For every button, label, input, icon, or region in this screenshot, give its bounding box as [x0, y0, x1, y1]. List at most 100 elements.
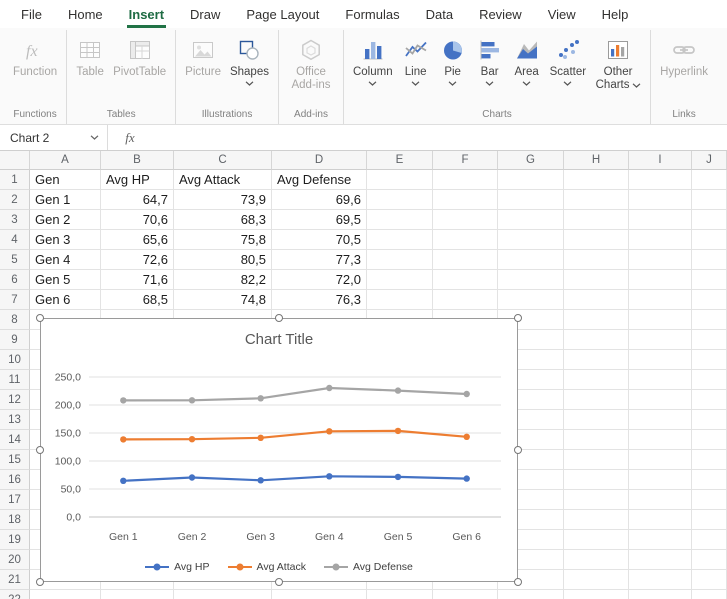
cell-A2[interactable]: Gen 1 [30, 190, 101, 210]
cell-D3[interactable]: 69,5 [272, 210, 367, 230]
cell-J14[interactable] [692, 430, 727, 450]
row-header-6[interactable]: 6 [0, 270, 30, 290]
cell-J9[interactable] [692, 330, 727, 350]
cell-A22[interactable] [30, 590, 101, 599]
cell-B7[interactable]: 68,5 [101, 290, 174, 310]
ribbon-button-other-charts[interactable]: Other Charts [591, 30, 645, 92]
row-header-21[interactable]: 21 [0, 570, 30, 590]
cell-E2[interactable] [367, 190, 433, 210]
ribbon-button-area[interactable]: Area [509, 30, 545, 86]
cell-D2[interactable]: 69,6 [272, 190, 367, 210]
cell-E5[interactable] [367, 250, 433, 270]
tab-review[interactable]: Review [466, 0, 535, 28]
cell-D7[interactable]: 76,3 [272, 290, 367, 310]
cell-J13[interactable] [692, 410, 727, 430]
cell-D1[interactable]: Avg Defense [272, 170, 367, 190]
tab-home[interactable]: Home [55, 0, 116, 28]
tab-insert[interactable]: Insert [116, 0, 177, 28]
cell-I20[interactable] [629, 550, 692, 570]
row-header-4[interactable]: 4 [0, 230, 30, 250]
chart-resize-handle-nw[interactable] [36, 314, 44, 322]
cell-H20[interactable] [564, 550, 629, 570]
cell-I22[interactable] [629, 590, 692, 599]
cell-F4[interactable] [433, 230, 498, 250]
cell-J17[interactable] [692, 490, 727, 510]
col-header-A[interactable]: A [30, 151, 101, 170]
cell-J10[interactable] [692, 350, 727, 370]
row-header-1[interactable]: 1 [0, 170, 30, 190]
cell-I5[interactable] [629, 250, 692, 270]
cell-C6[interactable]: 82,2 [174, 270, 272, 290]
tab-view[interactable]: View [535, 0, 589, 28]
cell-A4[interactable]: Gen 3 [30, 230, 101, 250]
formula-input[interactable] [152, 125, 727, 150]
cell-E4[interactable] [367, 230, 433, 250]
chart-resize-handle-e[interactable] [514, 446, 522, 454]
col-header-I[interactable]: I [629, 151, 692, 170]
cell-G1[interactable] [498, 170, 564, 190]
cell-J4[interactable] [692, 230, 727, 250]
row-header-12[interactable]: 12 [0, 390, 30, 410]
cell-E6[interactable] [367, 270, 433, 290]
cell-H9[interactable] [564, 330, 629, 350]
ribbon-button-picture[interactable]: Picture [181, 30, 225, 79]
row-header-13[interactable]: 13 [0, 410, 30, 430]
cell-B22[interactable] [101, 590, 174, 599]
cell-H13[interactable] [564, 410, 629, 430]
row-header-17[interactable]: 17 [0, 490, 30, 510]
cell-J7[interactable] [692, 290, 727, 310]
col-header-D[interactable]: D [272, 151, 367, 170]
cell-C3[interactable]: 68,3 [174, 210, 272, 230]
cell-F5[interactable] [433, 250, 498, 270]
fx-icon[interactable]: fx [108, 125, 152, 150]
cell-J2[interactable] [692, 190, 727, 210]
cell-J3[interactable] [692, 210, 727, 230]
row-header-18[interactable]: 18 [0, 510, 30, 530]
cell-H14[interactable] [564, 430, 629, 450]
cell-D6[interactable]: 72,0 [272, 270, 367, 290]
cell-D22[interactable] [272, 590, 367, 599]
cell-I10[interactable] [629, 350, 692, 370]
cell-J6[interactable] [692, 270, 727, 290]
ribbon-button-bar[interactable]: Bar [472, 30, 508, 86]
cell-C7[interactable]: 74,8 [174, 290, 272, 310]
cell-H1[interactable] [564, 170, 629, 190]
col-header-B[interactable]: B [101, 151, 174, 170]
ribbon-button-pie[interactable]: Pie [435, 30, 471, 86]
row-header-5[interactable]: 5 [0, 250, 30, 270]
ribbon-button-line[interactable]: Line [398, 30, 434, 86]
row-header-11[interactable]: 11 [0, 370, 30, 390]
cell-A1[interactable]: Gen [30, 170, 101, 190]
tab-draw[interactable]: Draw [177, 0, 233, 28]
name-box[interactable]: Chart 2 [0, 125, 108, 150]
row-header-3[interactable]: 3 [0, 210, 30, 230]
cell-J18[interactable] [692, 510, 727, 530]
cell-E1[interactable] [367, 170, 433, 190]
cell-G2[interactable] [498, 190, 564, 210]
cell-E7[interactable] [367, 290, 433, 310]
cell-J15[interactable] [692, 450, 727, 470]
row-header-10[interactable]: 10 [0, 350, 30, 370]
ribbon-button-pivottable[interactable]: PivotTable [109, 30, 170, 79]
cell-I21[interactable] [629, 570, 692, 590]
cell-C22[interactable] [174, 590, 272, 599]
cell-C1[interactable]: Avg Attack [174, 170, 272, 190]
cell-I16[interactable] [629, 470, 692, 490]
cell-I9[interactable] [629, 330, 692, 350]
ribbon-button-column[interactable]: Column [349, 30, 397, 86]
cell-I11[interactable] [629, 370, 692, 390]
cell-H16[interactable] [564, 470, 629, 490]
col-header-F[interactable]: F [433, 151, 498, 170]
cell-H19[interactable] [564, 530, 629, 550]
cell-G6[interactable] [498, 270, 564, 290]
cell-C5[interactable]: 80,5 [174, 250, 272, 270]
chart-resize-handle-n[interactable] [275, 314, 283, 322]
chart-resize-handle-s[interactable] [275, 578, 283, 586]
cell-H3[interactable] [564, 210, 629, 230]
cell-I1[interactable] [629, 170, 692, 190]
row-header-19[interactable]: 19 [0, 530, 30, 550]
cell-B3[interactable]: 70,6 [101, 210, 174, 230]
cell-H15[interactable] [564, 450, 629, 470]
tab-formulas[interactable]: Formulas [332, 0, 412, 28]
cell-F3[interactable] [433, 210, 498, 230]
